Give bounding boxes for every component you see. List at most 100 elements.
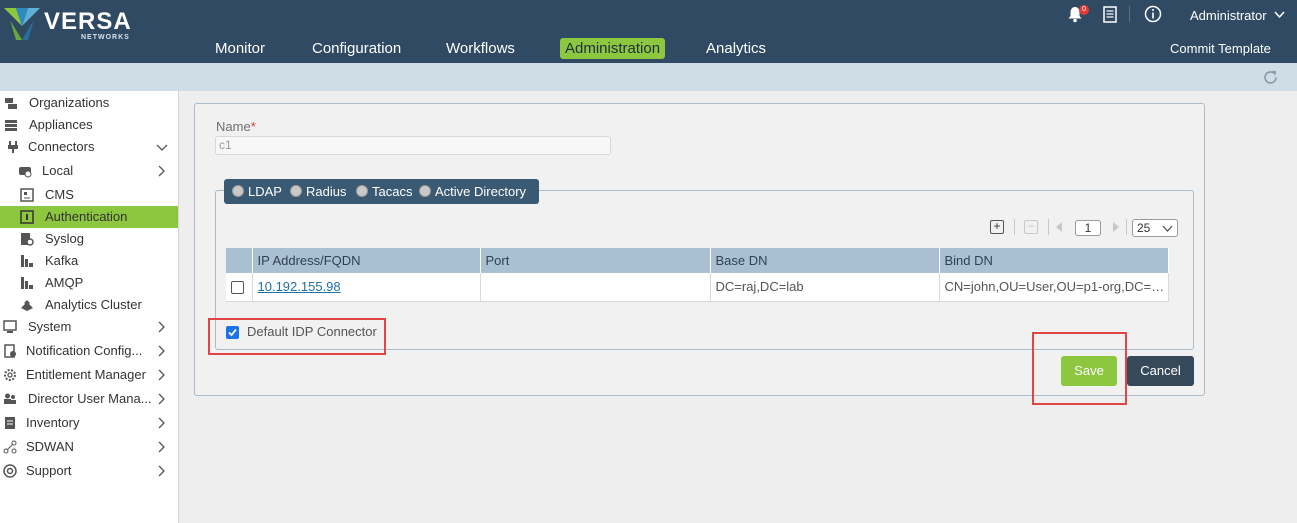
sidebar-item-sdwan[interactable]: SDWAN <box>0 436 178 458</box>
sidebar-item-label: Analytics Cluster <box>45 297 142 312</box>
next-page-icon[interactable] <box>1113 222 1119 232</box>
chevron-right-icon <box>158 441 165 453</box>
radio-dot <box>419 185 431 197</box>
chevron-right-icon <box>158 369 165 381</box>
nav-workflows[interactable]: Workflows <box>441 38 520 59</box>
commit-template-button[interactable]: Commit Template <box>1170 41 1271 56</box>
column-header-bind-dn[interactable]: Bind DN <box>939 248 1169 273</box>
authentication-icon <box>20 210 34 224</box>
sidebar-item-analytics-cluster[interactable]: Analytics Cluster <box>0 294 178 316</box>
sidebar-item-authentication[interactable]: Authentication <box>0 206 178 228</box>
users-icon <box>4 393 16 404</box>
sidebar-item-connectors[interactable]: Connectors <box>0 136 178 158</box>
sidebar-item-support[interactable]: Support <box>0 460 178 482</box>
cancel-button[interactable]: Cancel <box>1127 356 1194 386</box>
ip-link[interactable]: 10.192.155.98 <box>258 279 341 294</box>
chevron-down-icon <box>1162 225 1173 232</box>
radio-label: Radius <box>306 184 347 199</box>
refresh-icon[interactable] <box>1262 69 1279 86</box>
sidebar-item-label: AMQP <box>45 275 84 290</box>
pager-divider <box>1048 219 1049 235</box>
sidebar-item-label: Appliances <box>29 117 93 132</box>
notification-badge: 0 <box>1079 5 1089 15</box>
sidebar-item-inventory[interactable]: Inventory <box>0 412 178 434</box>
nav-administration[interactable]: Administration <box>560 38 666 59</box>
radio-dot <box>232 185 244 197</box>
required-mark: * <box>250 119 256 134</box>
name-field[interactable]: c1 <box>215 136 611 155</box>
name-label-text: Name <box>216 119 251 134</box>
sidebar-item-appliances[interactable]: Appliances <box>0 114 178 136</box>
sidebar-item-label: Inventory <box>26 415 80 430</box>
sidebar-item-notification-config[interactable]: Notification Config... <box>0 340 178 362</box>
sdwan-icon <box>3 440 17 454</box>
sidebar-item-label: Support <box>26 463 72 478</box>
connectors-icon <box>8 141 18 153</box>
sidebar-item-local[interactable]: Local <box>0 160 178 182</box>
chevron-right-icon <box>158 165 165 177</box>
syslog-icon <box>21 233 34 246</box>
sidebar-item-system[interactable]: System <box>0 316 178 338</box>
nav-monitor[interactable]: Monitor <box>210 38 270 59</box>
logo-text: VERSA <box>44 8 132 35</box>
chevron-right-icon <box>158 393 165 405</box>
nav-analytics[interactable]: Analytics <box>701 38 771 59</box>
header-divider <box>1129 6 1130 22</box>
sidebar-item-amqp[interactable]: AMQP <box>0 272 178 294</box>
local-icon <box>19 167 32 178</box>
sidebar-item-kafka[interactable]: Kafka <box>0 250 178 272</box>
radio-label: Tacacs <box>372 184 413 199</box>
base-dn-cell: DC=raj,DC=lab <box>710 273 940 302</box>
sidebar-item-label: Local <box>42 163 74 178</box>
servers-table: IP Address/FQDN Port Base DN Bind DN 10.… <box>226 248 1169 302</box>
task-list-icon[interactable] <box>1103 6 1117 23</box>
bind-dn-cell: CN=john,OU=User,OU=p1-org,DC=raj... <box>939 273 1169 302</box>
chevron-right-icon <box>158 465 165 477</box>
ip-cell: 10.192.155.98 <box>252 273 481 302</box>
sidebar-item-cms[interactable]: CMS <box>0 184 178 206</box>
gear-icon <box>4 369 16 381</box>
remove-row-icon[interactable]: − <box>1024 220 1038 234</box>
column-header-port[interactable]: Port <box>480 248 711 273</box>
sidebar: Organizations Appliances Connectors Loca… <box>0 91 179 523</box>
sidebar-item-label: Authentication <box>45 209 128 224</box>
amqp-icon <box>21 277 33 289</box>
sidebar-item-label: System <box>28 319 72 334</box>
appliances-icon <box>5 120 17 131</box>
column-header-base-dn[interactable]: Base DN <box>710 248 940 273</box>
chevron-right-icon <box>158 417 165 429</box>
sidebar-item-director-user-management[interactable]: Director User Mana... <box>0 388 178 410</box>
radio-dot <box>356 185 368 197</box>
name-label: Name* <box>216 119 256 134</box>
user-menu[interactable]: Administrator <box>1190 8 1285 23</box>
organizations-icon <box>5 98 17 109</box>
kafka-icon <box>21 255 33 267</box>
nav-configuration[interactable]: Configuration <box>307 38 406 59</box>
column-header-ip[interactable]: IP Address/FQDN <box>252 248 481 273</box>
info-icon[interactable] <box>1144 5 1162 23</box>
versa-logo[interactable]: VERSA NETWORKS <box>4 6 134 42</box>
sidebar-item-label: Director User Mana... <box>28 391 152 406</box>
sidebar-item-label: Organizations <box>29 95 110 110</box>
prev-page-icon[interactable] <box>1056 222 1062 232</box>
sidebar-item-label: Syslog <box>45 231 85 246</box>
row-checkbox[interactable] <box>231 281 244 295</box>
radio-label: Active Directory <box>435 184 527 199</box>
chevron-right-icon <box>158 321 165 333</box>
system-icon <box>3 320 17 333</box>
add-row-icon[interactable]: + <box>990 220 1004 234</box>
versa-logo-mark-icon <box>4 8 40 40</box>
port-cell <box>480 273 711 302</box>
sub-toolbar <box>0 63 1297 91</box>
logo-subtext: NETWORKS <box>81 34 130 41</box>
select-column-header <box>226 248 253 273</box>
radio-label: LDAP <box>248 184 282 199</box>
page-size-select[interactable]: 25 <box>1132 219 1178 237</box>
sidebar-item-syslog[interactable]: Syslog <box>0 228 178 250</box>
pager-divider <box>1126 219 1127 235</box>
inventory-icon <box>5 417 15 429</box>
notification-icon <box>4 344 16 358</box>
page-number-input[interactable]: 1 <box>1075 220 1101 236</box>
sidebar-item-organizations[interactable]: Organizations <box>0 92 178 114</box>
sidebar-item-entitlement-manager[interactable]: Entitlement Manager <box>0 364 178 386</box>
